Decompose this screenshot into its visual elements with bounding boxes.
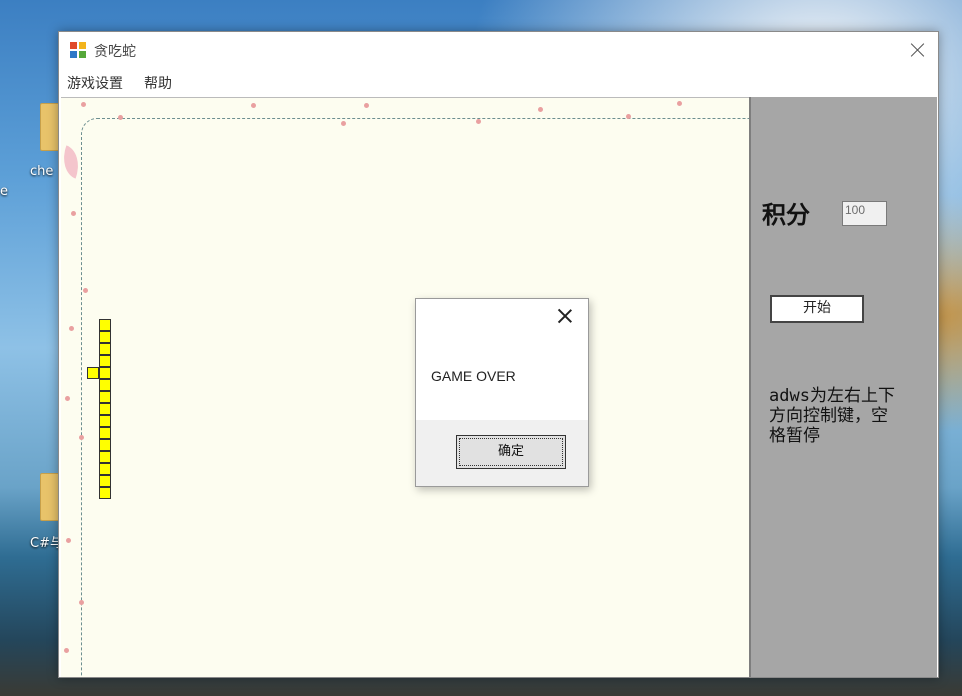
window-title: 贪吃蛇 [94,44,136,60]
start-button[interactable]: 开始 [770,295,864,323]
decor-dot [69,326,74,331]
decor-dot [79,435,84,440]
menu-bar: 游戏设置 帮助 [59,68,938,96]
snake-segment [99,487,111,499]
decor-dot [118,115,123,120]
decor-dot [65,396,70,401]
snake-segment [99,475,111,487]
game-board[interactable] [61,97,749,677]
decor-dot [71,211,76,216]
desktop-icon-label: che [30,164,54,179]
app-icon [70,42,87,59]
snake-segment [99,451,111,463]
decor-dot [364,103,369,108]
decor-dot [677,101,682,106]
snake-segment [99,367,111,379]
snake-segment [99,427,111,439]
snake-segment [99,403,111,415]
decor-dot [538,107,543,112]
menu-item-help[interactable]: 帮助 [144,73,172,93]
snake-segment [99,343,111,355]
title-bar[interactable]: 贪吃蛇 [59,32,938,68]
snake-segment [99,355,111,367]
decor-dot [476,119,481,124]
snake-segment [99,379,111,391]
desktop-edge-label: e [0,184,8,199]
dialog-message: GAME OVER [431,368,516,384]
decor-dot [251,103,256,108]
decor-dot [81,102,86,107]
snake-segment [99,391,111,403]
snake-segment [99,463,111,475]
side-panel: 积分 100 开始 adws为左右上下方向控制键，空格暂停 [749,97,937,677]
snake-segment [99,319,111,331]
snake-segment [99,415,111,427]
score-label: 积分 [762,200,810,229]
decor-dot [83,288,88,293]
decor-dot [626,114,631,119]
decor-dot [341,121,346,126]
ok-button[interactable]: 确定 [456,435,566,469]
close-icon[interactable] [556,307,574,325]
menu-item-game-settings[interactable]: 游戏设置 [67,73,123,93]
dialog-footer: 确定 [416,420,588,486]
snake-segment [99,439,111,451]
score-field[interactable]: 100 [842,201,887,226]
decor-dot [64,648,69,653]
snake-segment [99,331,111,343]
close-icon[interactable] [908,40,928,60]
decor-dot [66,538,71,543]
controls-help-text: adws为左右上下方向控制键，空格暂停 [769,386,895,446]
snake-segment [87,367,99,379]
game-over-dialog: GAME OVER 确定 [415,298,589,487]
decor-dot [79,600,84,605]
